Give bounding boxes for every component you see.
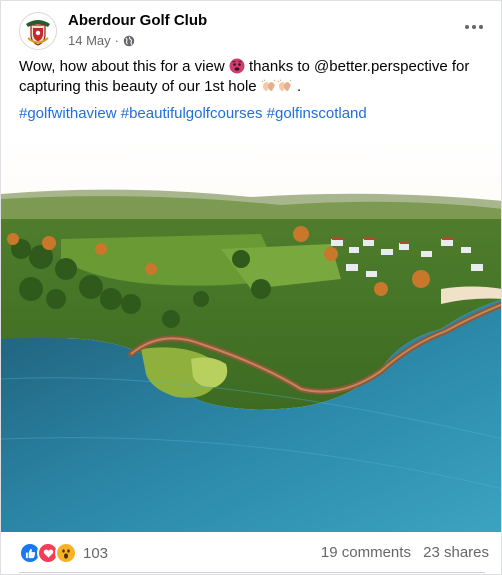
footer-divider [19, 572, 485, 573]
avatar[interactable] [19, 12, 57, 50]
hashtag-link[interactable]: #beautifulgolfcourses [121, 105, 263, 122]
comments-count[interactable]: 19 comments [321, 544, 411, 561]
post-meta: 14 May · [68, 33, 135, 48]
shares-count[interactable]: 23 shares [423, 544, 489, 561]
post-text-part: Wow, how about this for a view [19, 58, 229, 75]
reactions-summary[interactable]: 103 [19, 542, 108, 564]
hashtags: #golfwithaview #beautifulgolfcourses #go… [19, 105, 491, 122]
wow-icon [55, 542, 77, 564]
hot-face-emoji [229, 58, 245, 74]
post-footer: 103 19 comments 23 shares [19, 541, 489, 565]
reaction-count[interactable]: 103 [83, 545, 108, 562]
hashtag-link[interactable]: #golfwithaview [19, 105, 117, 122]
engagement-counts: 19 comments 23 shares [321, 544, 489, 561]
post-header: Aberdour Golf Club 14 May · [19, 12, 489, 52]
clapping-hands-emoji [261, 79, 276, 91]
more-options-icon[interactable] [459, 17, 489, 37]
post-text: Wow, how about this for a view thanks to… [19, 57, 491, 97]
page-name[interactable]: Aberdour Golf Club [68, 12, 207, 29]
hashtag-link[interactable]: #golfinscotland [267, 105, 367, 122]
clapping-hands-emoji [277, 79, 292, 91]
post-date[interactable]: 14 May [68, 33, 111, 48]
post-text-part: . [292, 78, 302, 95]
aerial-golf-course-photo[interactable] [1, 139, 502, 532]
post-card: Aberdour Golf Club 14 May · Wow, how abo… [0, 0, 502, 575]
meta-separator: · [114, 33, 119, 48]
club-crest-logo [21, 14, 55, 48]
globe-icon [123, 35, 135, 46]
